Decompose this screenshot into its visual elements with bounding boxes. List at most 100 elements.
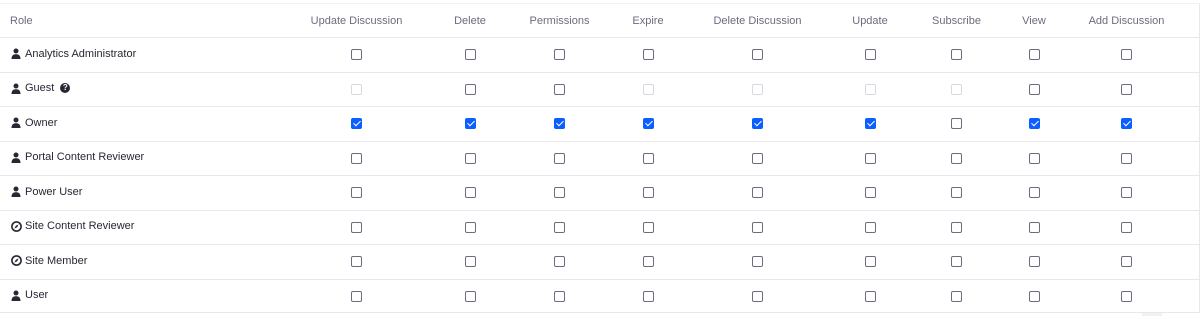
permission-cell xyxy=(899,37,1014,73)
permission-checkbox[interactable] xyxy=(1028,83,1040,95)
permission-checkbox[interactable] xyxy=(1028,290,1040,302)
permission-cell xyxy=(1054,210,1199,245)
role-cell: Power User xyxy=(0,175,270,211)
permission-checkbox[interactable] xyxy=(554,83,565,95)
permission-checkbox[interactable] xyxy=(951,256,962,268)
permission-checkbox[interactable] xyxy=(951,118,962,130)
permission-checkbox[interactable] xyxy=(752,221,763,233)
permission-checkbox[interactable] xyxy=(752,187,763,199)
permission-checkbox[interactable] xyxy=(1028,221,1040,233)
permission-checkbox[interactable] xyxy=(951,221,962,233)
permission-checkbox[interactable] xyxy=(351,256,362,268)
permission-checkbox[interactable] xyxy=(752,118,763,130)
permission-checkbox[interactable] xyxy=(1028,49,1040,61)
permission-checkbox[interactable] xyxy=(554,49,565,61)
permission-checkbox[interactable] xyxy=(1121,49,1132,61)
permission-checkbox[interactable] xyxy=(951,290,962,302)
permission-checkbox[interactable] xyxy=(464,118,476,130)
permission-checkbox[interactable] xyxy=(1028,152,1040,164)
table-header-row: Role Update Discussion Delete Permissions Ex… xyxy=(0,4,1199,38)
permission-cell xyxy=(899,210,1014,245)
permission-checkbox[interactable] xyxy=(554,152,565,164)
permission-checkbox[interactable] xyxy=(351,290,362,302)
permission-checkbox[interactable] xyxy=(351,49,362,61)
permission-checkbox[interactable] xyxy=(554,256,565,268)
permission-cell xyxy=(841,279,899,313)
permission-cell xyxy=(443,175,497,211)
help-icon[interactable]: ? xyxy=(60,83,71,93)
permission-checkbox xyxy=(752,83,763,95)
table-row: Portal Content Reviewer xyxy=(0,141,1199,176)
permission-cell xyxy=(443,244,497,280)
permission-checkbox[interactable] xyxy=(464,256,476,268)
permission-checkbox[interactable] xyxy=(554,221,565,233)
permission-cell xyxy=(622,72,674,107)
role-cell: Guest? xyxy=(0,72,270,107)
permission-checkbox[interactable] xyxy=(642,256,654,268)
permission-cell xyxy=(1014,175,1054,211)
permission-checkbox[interactable] xyxy=(752,290,763,302)
permission-checkbox xyxy=(642,83,654,95)
user-icon xyxy=(11,186,21,197)
permission-checkbox[interactable] xyxy=(752,49,763,61)
permission-checkbox[interactable] xyxy=(951,187,962,199)
permission-checkbox[interactable] xyxy=(464,221,476,233)
permission-checkbox[interactable] xyxy=(351,118,362,130)
permission-checkbox[interactable] xyxy=(1121,187,1132,199)
permission-checkbox[interactable] xyxy=(864,152,876,164)
permission-checkbox[interactable] xyxy=(464,49,476,61)
permission-cell xyxy=(622,210,674,245)
permission-checkbox xyxy=(351,83,362,95)
permission-checkbox[interactable] xyxy=(554,118,565,130)
permission-checkbox[interactable] xyxy=(554,290,565,302)
role-label-group: Analytics Administrator xyxy=(11,48,136,60)
permission-checkbox[interactable] xyxy=(642,49,654,61)
permission-checkbox[interactable] xyxy=(1121,83,1132,95)
permission-checkbox[interactable] xyxy=(864,49,876,61)
permission-checkbox[interactable] xyxy=(1028,187,1040,199)
permission-checkbox[interactable] xyxy=(554,187,565,199)
permission-checkbox[interactable] xyxy=(951,49,962,61)
permission-checkbox[interactable] xyxy=(1121,152,1132,164)
permission-checkbox[interactable] xyxy=(1121,290,1132,302)
permission-checkbox[interactable] xyxy=(642,152,654,164)
permission-checkbox[interactable] xyxy=(1121,221,1132,233)
permission-checkbox[interactable] xyxy=(642,118,654,130)
permission-checkbox[interactable] xyxy=(752,152,763,164)
permission-checkbox[interactable] xyxy=(1028,118,1040,130)
permission-checkbox[interactable] xyxy=(864,221,876,233)
permission-checkbox[interactable] xyxy=(464,187,476,199)
role-name: User xyxy=(25,289,49,301)
permission-checkbox[interactable] xyxy=(464,290,476,302)
permission-cell xyxy=(622,37,674,73)
permission-checkbox[interactable] xyxy=(1121,256,1132,268)
permission-cell xyxy=(899,244,1014,280)
permission-cell xyxy=(899,141,1014,176)
permission-cell xyxy=(1054,141,1199,176)
permission-checkbox[interactable] xyxy=(351,152,362,164)
permission-checkbox[interactable] xyxy=(464,152,476,164)
permission-checkbox[interactable] xyxy=(642,187,654,199)
permission-cell xyxy=(497,244,622,280)
permission-checkbox[interactable] xyxy=(642,290,654,302)
role-label-group: Guest? xyxy=(11,82,71,94)
permission-cell xyxy=(270,244,443,280)
permission-checkbox[interactable] xyxy=(864,118,876,130)
permission-checkbox[interactable] xyxy=(864,290,876,302)
permission-checkbox[interactable] xyxy=(642,221,654,233)
permission-checkbox[interactable] xyxy=(351,221,362,233)
permission-checkbox[interactable] xyxy=(351,187,362,199)
permission-checkbox[interactable] xyxy=(864,187,876,199)
permission-checkbox[interactable] xyxy=(752,256,763,268)
permission-checkbox[interactable] xyxy=(1121,118,1132,130)
permission-checkbox[interactable] xyxy=(1028,256,1040,268)
permission-cell xyxy=(622,244,674,280)
permission-cell xyxy=(270,210,443,245)
permission-checkbox[interactable] xyxy=(464,83,476,95)
permission-cell xyxy=(443,141,497,176)
column-header-update-discussion: Update Discussion xyxy=(270,4,443,38)
permission-checkbox[interactable] xyxy=(951,152,962,164)
permission-cell xyxy=(1054,175,1199,211)
permission-checkbox[interactable] xyxy=(864,256,876,268)
role-name: Portal Content Reviewer xyxy=(25,151,145,163)
